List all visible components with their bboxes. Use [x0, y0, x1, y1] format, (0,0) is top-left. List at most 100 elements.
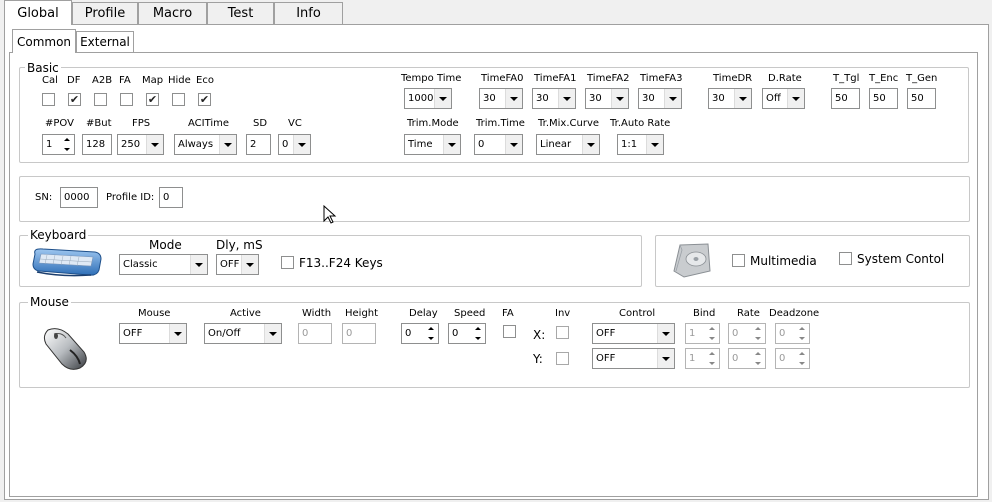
sn-input[interactable]: 0000 — [60, 187, 98, 208]
tab-profile[interactable]: Profile — [72, 2, 138, 24]
timedr-select[interactable]: 30 — [708, 88, 752, 109]
acitime-select[interactable]: Always — [174, 134, 237, 155]
arrow-down-icon[interactable] — [471, 334, 484, 343]
inv-x-checkbox[interactable] — [556, 326, 569, 339]
chevron-down-icon[interactable] — [734, 89, 751, 108]
f13-f24-checkbox[interactable] — [281, 256, 294, 269]
control-y-select[interactable]: OFF — [592, 348, 675, 369]
rate-x-stepper[interactable]: 0 — [728, 323, 766, 344]
chevron-down-icon[interactable] — [664, 89, 681, 108]
tab-macro[interactable]: Macro — [138, 2, 207, 24]
arrow-down-icon[interactable] — [751, 359, 764, 368]
chevron-down-icon[interactable] — [219, 135, 236, 154]
arrow-down-icon[interactable] — [705, 334, 718, 343]
fa-mouse-checkbox[interactable] — [503, 325, 516, 338]
arrow-up-icon[interactable] — [795, 324, 808, 333]
timefa3-select[interactable]: 30 — [638, 88, 682, 109]
arrow-up-icon[interactable] — [705, 349, 718, 358]
arrow-up-icon[interactable] — [424, 324, 437, 333]
cal-checkbox[interactable] — [42, 93, 55, 106]
tab-external[interactable]: External — [76, 31, 134, 52]
fa-checkbox[interactable] — [120, 93, 133, 106]
inv-y-checkbox[interactable] — [556, 352, 569, 365]
arrow-down-icon[interactable] — [60, 145, 73, 154]
bind-y-stepper[interactable]: 1 — [685, 348, 720, 369]
arrow-down-icon[interactable] — [751, 334, 764, 343]
height-input[interactable]: 0 — [342, 323, 376, 344]
chevron-down-icon[interactable] — [241, 255, 258, 274]
chevron-down-icon[interactable] — [190, 255, 207, 274]
tab-common[interactable]: Common — [12, 29, 76, 53]
arrow-down-icon[interactable] — [795, 334, 808, 343]
tr-auto-rate-select[interactable]: 1:1 — [617, 134, 664, 155]
chevron-down-icon[interactable] — [505, 135, 522, 154]
but-input[interactable]: 128 — [82, 134, 112, 155]
arrow-up-icon[interactable] — [751, 324, 764, 333]
arrow-down-icon[interactable] — [795, 359, 808, 368]
chevron-down-icon[interactable] — [505, 89, 522, 108]
chevron-down-icon[interactable] — [611, 89, 628, 108]
vc-select[interactable]: 0 — [278, 134, 311, 155]
chevron-down-icon[interactable] — [582, 135, 599, 154]
mouse-mode-select[interactable]: OFF — [119, 323, 187, 344]
arrow-down-icon[interactable] — [424, 334, 437, 343]
rate-y-stepper[interactable]: 0 — [728, 348, 766, 369]
multimedia-checkbox[interactable] — [732, 254, 745, 267]
kb-mode-select[interactable]: Classic — [119, 254, 208, 275]
kb-dly-value: OFF — [220, 259, 240, 270]
tab-global[interactable]: Global — [4, 0, 72, 25]
profile-id-input[interactable]: 0 — [159, 187, 183, 208]
chevron-down-icon[interactable] — [443, 135, 460, 154]
chevron-down-icon[interactable] — [558, 89, 575, 108]
arrow-down-icon[interactable] — [705, 359, 718, 368]
chevron-down-icon[interactable] — [146, 135, 163, 154]
bind-x-stepper[interactable]: 1 — [685, 323, 720, 344]
chevron-down-icon[interactable] — [169, 324, 186, 343]
deadzone-x-stepper[interactable]: 0 — [775, 323, 810, 344]
arrow-up-icon[interactable] — [751, 349, 764, 358]
chevron-down-icon[interactable] — [787, 89, 804, 108]
x-axis-label: X: — [533, 328, 546, 342]
arrow-up-icon[interactable] — [795, 349, 808, 358]
arrow-up-icon[interactable] — [705, 324, 718, 333]
pov-stepper[interactable]: 1 — [42, 134, 75, 155]
trim-time-select[interactable]: 0 — [474, 134, 523, 155]
hide-checkbox[interactable] — [172, 93, 185, 106]
t-gen-input[interactable]: 50 — [907, 88, 936, 109]
control-x-select[interactable]: OFF — [592, 323, 675, 344]
timefa2-select[interactable]: 30 — [585, 88, 629, 109]
t-enc-input[interactable]: 50 — [869, 88, 898, 109]
trim-mode-select[interactable]: Time — [404, 134, 461, 155]
df-checkbox[interactable]: ✔ — [68, 93, 81, 106]
tab-test[interactable]: Test — [207, 2, 274, 24]
a2b-checkbox[interactable] — [94, 93, 107, 106]
chevron-down-icon[interactable] — [657, 349, 674, 368]
arrow-up-icon[interactable] — [471, 324, 484, 333]
tr-mix-curve-select[interactable]: Linear — [536, 134, 600, 155]
active-select[interactable]: On/Off — [204, 323, 282, 344]
chevron-down-icon[interactable] — [434, 89, 451, 108]
system-control-checkbox[interactable] — [839, 252, 852, 265]
chevron-down-icon[interactable] — [646, 135, 663, 154]
delay-stepper[interactable]: 0 — [401, 323, 439, 344]
speed-stepper[interactable]: 0 — [448, 323, 486, 344]
chevron-down-icon[interactable] — [264, 324, 281, 343]
width-input[interactable]: 0 — [298, 323, 332, 344]
deadzone-y-stepper[interactable]: 0 — [775, 348, 810, 369]
fps-select[interactable]: 250 — [117, 134, 164, 155]
bind-y-value: 1 — [689, 353, 696, 364]
chevron-down-icon[interactable] — [293, 135, 310, 154]
arrow-up-icon[interactable] — [60, 135, 73, 144]
timefa1-select[interactable]: 30 — [532, 88, 576, 109]
t-tgl-input[interactable]: 50 — [831, 88, 860, 109]
sd-input[interactable]: 2 — [246, 134, 271, 155]
tempo-time-select[interactable]: 1000 — [404, 88, 452, 109]
profile-id-label: Profile ID: — [106, 192, 155, 203]
map-checkbox[interactable]: ✔ — [146, 93, 159, 106]
drate-select[interactable]: Off — [762, 88, 805, 109]
kb-dly-select[interactable]: OFF — [216, 254, 259, 275]
tab-info[interactable]: Info — [274, 2, 343, 24]
chevron-down-icon[interactable] — [657, 324, 674, 343]
eco-checkbox[interactable]: ✔ — [198, 93, 211, 106]
timefa0-select[interactable]: 30 — [479, 88, 523, 109]
